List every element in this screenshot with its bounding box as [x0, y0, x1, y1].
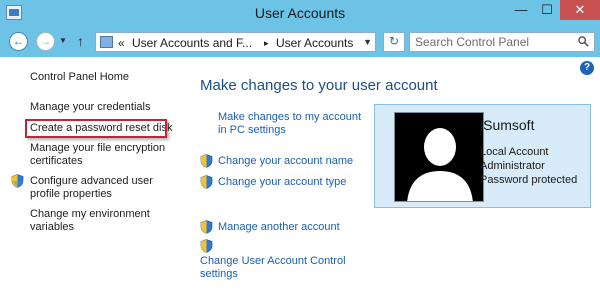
manage-another-account-link[interactable]: Manage another account — [218, 221, 340, 234]
account-role-label: Administrator — [480, 160, 545, 172]
change-uac-settings-link[interactable]: Change User Account Control — [200, 255, 346, 268]
pc-settings-link-line2[interactable]: in PC settings — [218, 124, 286, 137]
title-bar: User Accounts — ☐ ✕ — [0, 0, 600, 27]
shield-icon — [200, 175, 213, 189]
breadcrumb-item[interactable]: User Accounts — [276, 36, 353, 50]
minimize-button[interactable]: — — [508, 0, 534, 20]
refresh-button[interactable]: ↻ — [383, 32, 405, 52]
shield-icon — [200, 154, 213, 168]
page-title: Make changes to your user account — [200, 77, 438, 94]
manage-credentials-link[interactable]: Manage your credentials — [30, 101, 150, 114]
up-arrow-icon[interactable]: ↑ — [77, 33, 84, 49]
manage-file-encryption-link[interactable]: Manage your file encryption — [30, 142, 165, 155]
change-environment-variables-link-line2[interactable]: variables — [30, 221, 74, 234]
breadcrumb-separator[interactable]: ▸ — [264, 38, 269, 49]
configure-advanced-profile-link[interactable]: Configure advanced user — [30, 175, 153, 188]
user-silhouette-icon — [395, 113, 483, 201]
shield-icon — [200, 239, 213, 253]
arrow-right-icon: → — [39, 34, 52, 48]
user-avatar[interactable] — [394, 112, 484, 202]
control-panel-icon — [100, 36, 113, 48]
manage-file-encryption-link-line2[interactable]: certificates — [30, 155, 83, 168]
change-environment-variables-link[interactable]: Change my environment — [30, 208, 150, 221]
navigation-bar: ← → ▼ ↑ « User Accounts and F... ▸ User … — [0, 27, 600, 57]
user-name: iSumsoft — [480, 117, 535, 133]
change-account-type-link[interactable]: Change your account type — [218, 176, 346, 189]
arrow-left-icon: ← — [12, 34, 25, 48]
change-account-name-link[interactable]: Change your account name — [218, 155, 353, 168]
help-icon[interactable]: ? — [580, 61, 594, 75]
breadcrumb-overflow[interactable]: « — [118, 36, 125, 50]
forward-button[interactable]: → — [36, 32, 55, 51]
chevron-down-icon[interactable]: ▼ — [363, 37, 372, 47]
highlight-box — [25, 119, 167, 138]
account-type-label: Local Account — [480, 146, 549, 158]
breadcrumb-item[interactable]: User Accounts and F... — [132, 36, 252, 50]
recent-locations-dropdown[interactable]: ▼ — [59, 36, 67, 45]
shield-icon — [11, 174, 24, 188]
maximize-button[interactable]: ☐ — [534, 0, 560, 20]
search-icon[interactable] — [578, 36, 589, 47]
control-panel-home-link[interactable]: Control Panel Home — [30, 71, 129, 84]
pc-settings-link[interactable]: Make changes to my account — [218, 111, 361, 124]
close-button[interactable]: ✕ — [560, 0, 600, 20]
shield-icon — [200, 220, 213, 234]
configure-advanced-profile-link-line2[interactable]: profile properties — [30, 188, 112, 201]
change-uac-settings-link-line2[interactable]: settings — [200, 268, 238, 281]
search-input[interactable] — [409, 32, 595, 52]
password-status-label: Password protected — [480, 174, 578, 186]
back-button[interactable]: ← — [9, 32, 28, 51]
user-account-card: iSumsoft Local Account Administrator Pas… — [374, 104, 591, 208]
address-bar[interactable]: « User Accounts and F... ▸ User Accounts… — [95, 32, 376, 52]
